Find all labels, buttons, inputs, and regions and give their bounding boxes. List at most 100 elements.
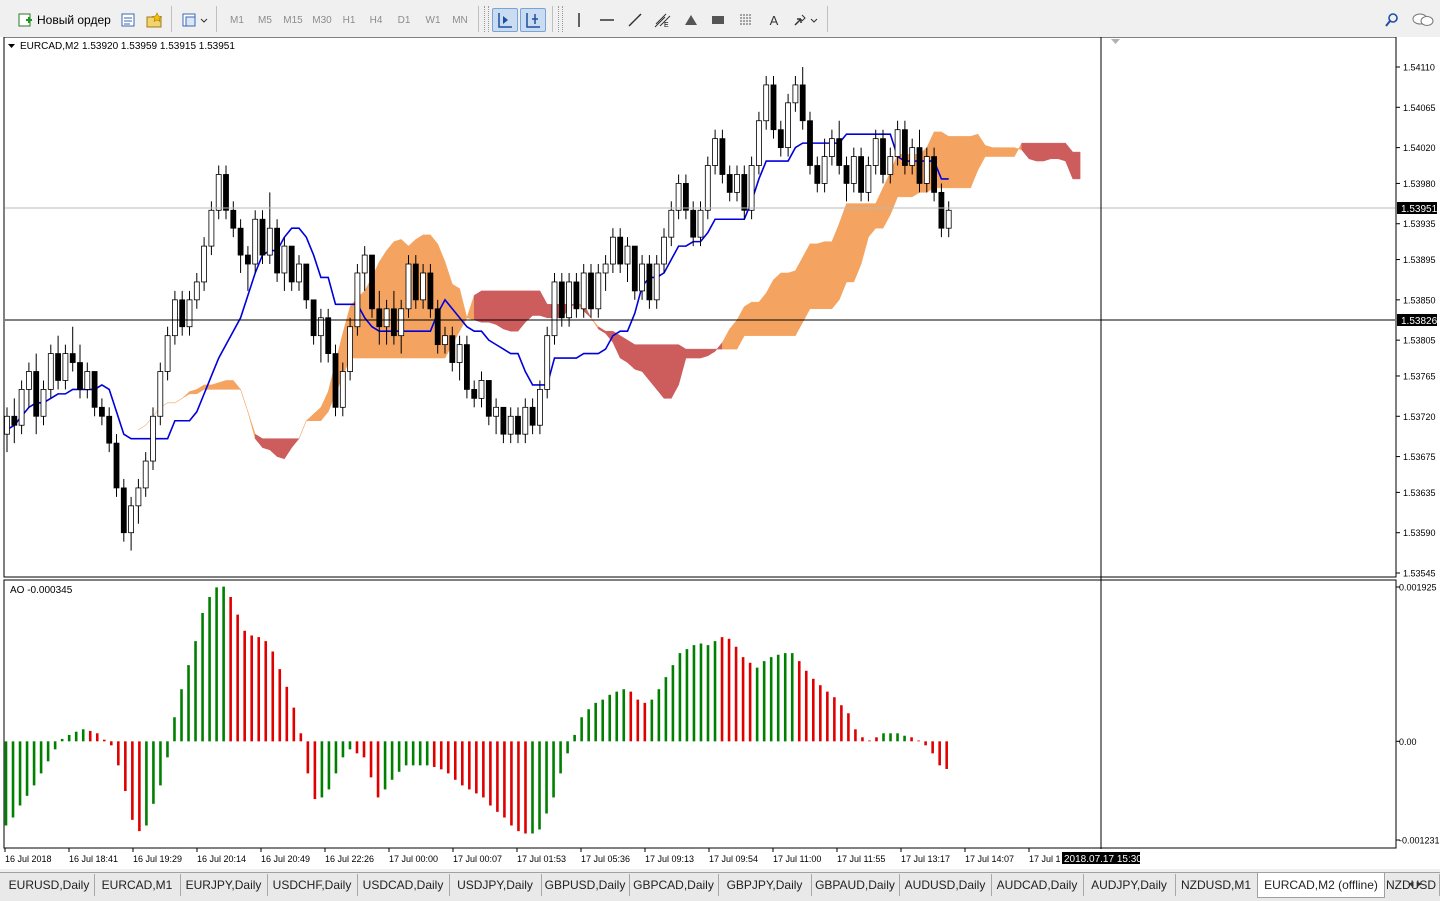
- candle-body: [463, 344, 470, 390]
- time-tick-label: 17 Jul 05:36: [581, 854, 630, 864]
- candle-body: [858, 156, 864, 193]
- candle-body: [675, 183, 682, 211]
- chart-tab[interactable]: EURCAD,M2 (offline): [1257, 873, 1385, 898]
- candle-body: [646, 263, 653, 301]
- chart-tab[interactable]: EURUSD,Daily: [4, 874, 95, 896]
- candle-body: [84, 371, 91, 390]
- new-order-button[interactable]: Новый ордер: [16, 8, 114, 32]
- candle-body: [777, 129, 784, 149]
- candle-body: [923, 156, 930, 184]
- chart-tab[interactable]: NZDUSD,M1: [1175, 874, 1258, 896]
- autoscroll-icon: [498, 13, 512, 28]
- candle-body: [376, 308, 383, 328]
- chart-tab[interactable]: GBPAUD,Daily: [811, 874, 900, 896]
- chart-tab[interactable]: USDCHF,Daily: [267, 874, 358, 896]
- price-tick-label: 1.54065: [1403, 103, 1436, 113]
- chart-canvas[interactable]: 1.54110 1.54065 1.54020 1.53980 1.53935 1.538…: [0, 37, 1440, 869]
- candle-body: [99, 406, 105, 417]
- candle-body: [850, 156, 857, 184]
- cloud-segment: [773, 272, 782, 336]
- search-button[interactable]: [1380, 8, 1404, 32]
- chart-tab[interactable]: GBPJPY,Daily: [718, 874, 812, 896]
- svg-text:E: E: [664, 22, 669, 28]
- ao-tick-label: -0.001231: [1399, 836, 1440, 846]
- timeframe-m15[interactable]: M15: [279, 8, 307, 32]
- candle-body: [171, 299, 178, 337]
- cloud-segment: [846, 203, 855, 283]
- chart-tab[interactable]: EURJPY,Daily: [180, 874, 268, 896]
- candle-body: [201, 245, 208, 283]
- star-folder-icon: [146, 12, 163, 28]
- chart-tab[interactable]: GBPCAD,Daily: [629, 874, 719, 896]
- cloud-segment: [744, 301, 752, 336]
- autoscroll-button[interactable]: [492, 8, 518, 32]
- cloud-segment: [379, 249, 387, 359]
- timeframe-h4[interactable]: H4: [364, 8, 388, 32]
- equidistant-channel-tool[interactable]: E: [650, 8, 676, 32]
- chat-button[interactable]: [1408, 8, 1438, 32]
- candle-body: [361, 254, 368, 274]
- fibonacci-tool[interactable]: [734, 8, 758, 32]
- triangle-tool[interactable]: [679, 8, 703, 32]
- candle-body: [639, 263, 645, 292]
- timeframe-w1[interactable]: W1: [420, 8, 446, 32]
- time-axis: 16 Jul 2018 16 Jul 18:41 16 Jul 19:29 16 Ju…: [4, 848, 1061, 864]
- candle-body: [420, 272, 427, 301]
- cloud-segment: [276, 438, 285, 460]
- ao-label: AO -0.000345: [10, 585, 73, 596]
- chart-shift-button[interactable]: [520, 8, 546, 32]
- candle-body: [18, 389, 25, 426]
- arrows-tool[interactable]: [789, 8, 823, 32]
- timeframe-m5[interactable]: M5: [252, 8, 278, 32]
- candle-body: [303, 263, 310, 301]
- cloud-segment: [1036, 142, 1044, 162]
- trendline-icon: [628, 13, 642, 27]
- candle-body: [507, 415, 514, 435]
- rectangle-tool[interactable]: [706, 8, 730, 32]
- timeframe-h1[interactable]: H1: [337, 8, 361, 32]
- text-tool[interactable]: A: [762, 8, 786, 32]
- triangle-icon: [685, 15, 697, 25]
- market-watch-button[interactable]: [117, 8, 139, 32]
- profiles-button[interactable]: [178, 8, 212, 32]
- chart-tab[interactable]: AUDCAD,Daily: [991, 874, 1084, 896]
- candle-body: [573, 281, 580, 310]
- candle-body: [339, 371, 346, 408]
- candle-body: [602, 263, 609, 274]
- tab-scroll-arrows-icon[interactable]: ◂ ▸: [1408, 877, 1422, 890]
- candle-body: [91, 371, 98, 408]
- timeframe-mn[interactable]: MN: [447, 8, 473, 32]
- horizontal-line-tool[interactable]: [595, 8, 619, 32]
- timeframe-d1[interactable]: D1: [392, 8, 416, 32]
- time-tick-label: 16 Jul 18:41: [69, 854, 118, 864]
- time-tick-label: 17 Jul 09:54: [709, 854, 758, 864]
- chart-tab[interactable]: EURCAD,M1: [94, 874, 181, 896]
- candle-body: [522, 406, 529, 435]
- candle-body: [405, 263, 412, 310]
- candle-body: [814, 165, 821, 184]
- timeframe-m30[interactable]: M30: [308, 8, 336, 32]
- candle-body: [442, 335, 448, 346]
- timeframe-m1[interactable]: M1: [224, 8, 250, 32]
- time-tick-label: 16 Jul 22:26: [325, 854, 374, 864]
- candle-body: [894, 129, 901, 157]
- trendline-tool[interactable]: [623, 8, 647, 32]
- time-tick-label: 17 Jul 14:07: [965, 854, 1014, 864]
- chart-tab[interactable]: GBPUSD,Daily: [541, 874, 630, 896]
- candle-body: [113, 442, 120, 489]
- vertical-line-tool[interactable]: [568, 8, 590, 32]
- cloud-segment: [503, 290, 511, 332]
- candle-body: [456, 344, 463, 363]
- chart-tab[interactable]: USDJPY,Daily: [449, 874, 542, 896]
- chart-tab[interactable]: AUDJPY,Daily: [1083, 874, 1176, 896]
- favorites-button[interactable]: [143, 8, 167, 32]
- chart-tab[interactable]: USDCAD,Daily: [357, 874, 450, 896]
- chart-tab[interactable]: AUDUSD,Daily: [899, 874, 992, 896]
- cloud-segment: [262, 438, 271, 451]
- candle-body: [332, 353, 339, 408]
- candle-body: [704, 165, 711, 211]
- chart-window[interactable]: 1.54110 1.54065 1.54020 1.53980 1.53935 1.538…: [0, 37, 1440, 869]
- cloud-segment: [795, 257, 803, 336]
- cloud-segment: [780, 272, 789, 336]
- main-chart-panel: [3, 37, 1397, 578]
